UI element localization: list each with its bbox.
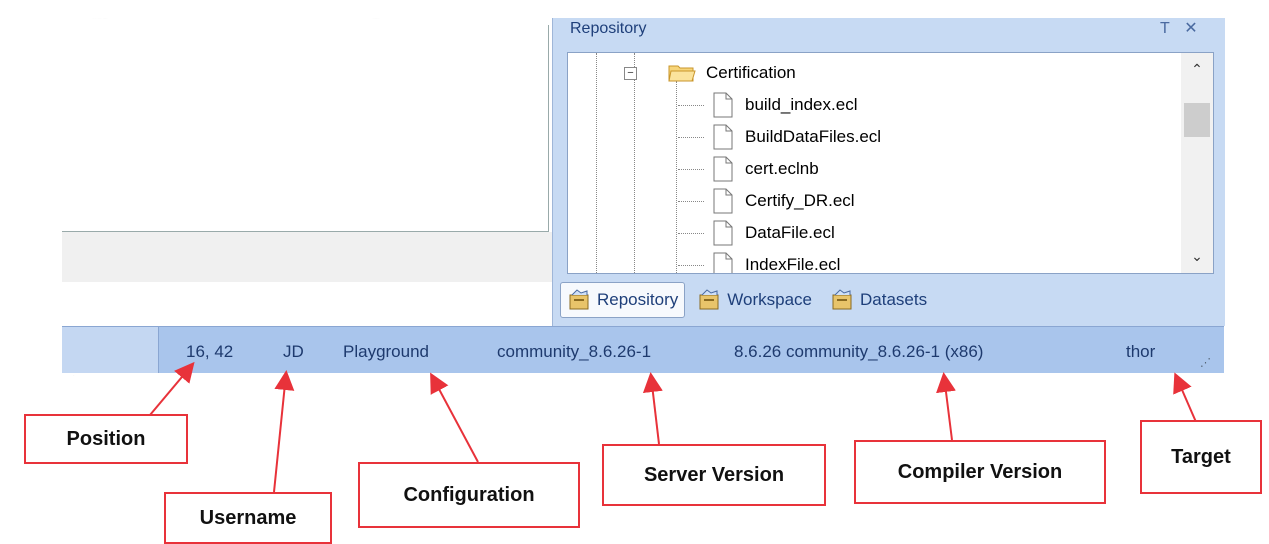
arrow-configuration (430, 372, 479, 463)
arrow-server-version (642, 372, 663, 445)
callout-target: Target (1140, 420, 1262, 494)
arrow-target (1173, 372, 1197, 423)
callout-compiler-version: Compiler Version (854, 440, 1106, 504)
callout-configuration: Configuration (358, 462, 580, 528)
arrow-compiler-version (936, 372, 956, 441)
callout-server-version: Server Version (602, 444, 826, 506)
arrow-position (149, 361, 195, 416)
callout-position: Position (24, 414, 188, 464)
arrow-username (273, 370, 295, 493)
callout-username: Username (164, 492, 332, 544)
